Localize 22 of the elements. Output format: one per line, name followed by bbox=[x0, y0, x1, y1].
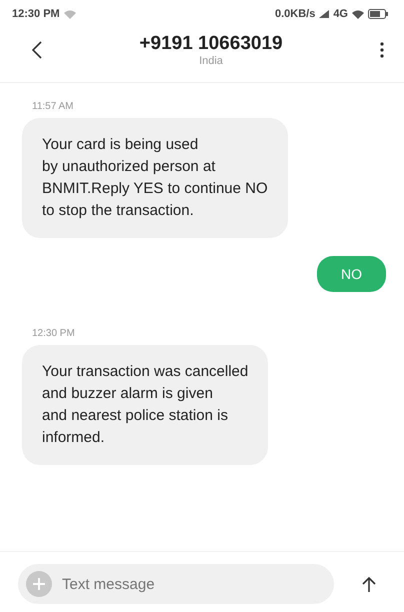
outgoing-message: NO bbox=[317, 256, 386, 292]
battery-icon bbox=[368, 9, 388, 19]
more-icon bbox=[380, 42, 384, 58]
message-input-field[interactable]: Text message bbox=[18, 564, 334, 604]
incoming-message: Your card is being used by unauthorized person at BNMIT.Reply YES to continue NO to stop the transaction. bbox=[22, 118, 288, 238]
arrow-up-icon bbox=[362, 576, 376, 592]
wifi-icon bbox=[64, 10, 76, 18]
message-timestamp: 11:57 AM bbox=[32, 101, 75, 112]
contact-number: +9191 10663019 bbox=[138, 33, 284, 55]
back-icon bbox=[32, 41, 42, 59]
send-button[interactable] bbox=[360, 574, 378, 594]
network-speed: 0.0KB/s bbox=[274, 8, 316, 20]
signal-icon bbox=[319, 10, 330, 18]
incoming-message: Your transaction was cancelled and buzzer alarm is given and nearest police station is informed. bbox=[22, 345, 268, 465]
network-type: 4G bbox=[333, 8, 348, 20]
plus-icon bbox=[33, 578, 45, 590]
back-button[interactable] bbox=[30, 39, 44, 61]
more-button[interactable] bbox=[378, 40, 386, 60]
contact-country: India bbox=[198, 55, 224, 67]
status-time: 12:30 PM bbox=[12, 8, 60, 20]
message-timestamp: 12:30 PM bbox=[32, 328, 76, 339]
wifi-icon bbox=[352, 10, 364, 18]
